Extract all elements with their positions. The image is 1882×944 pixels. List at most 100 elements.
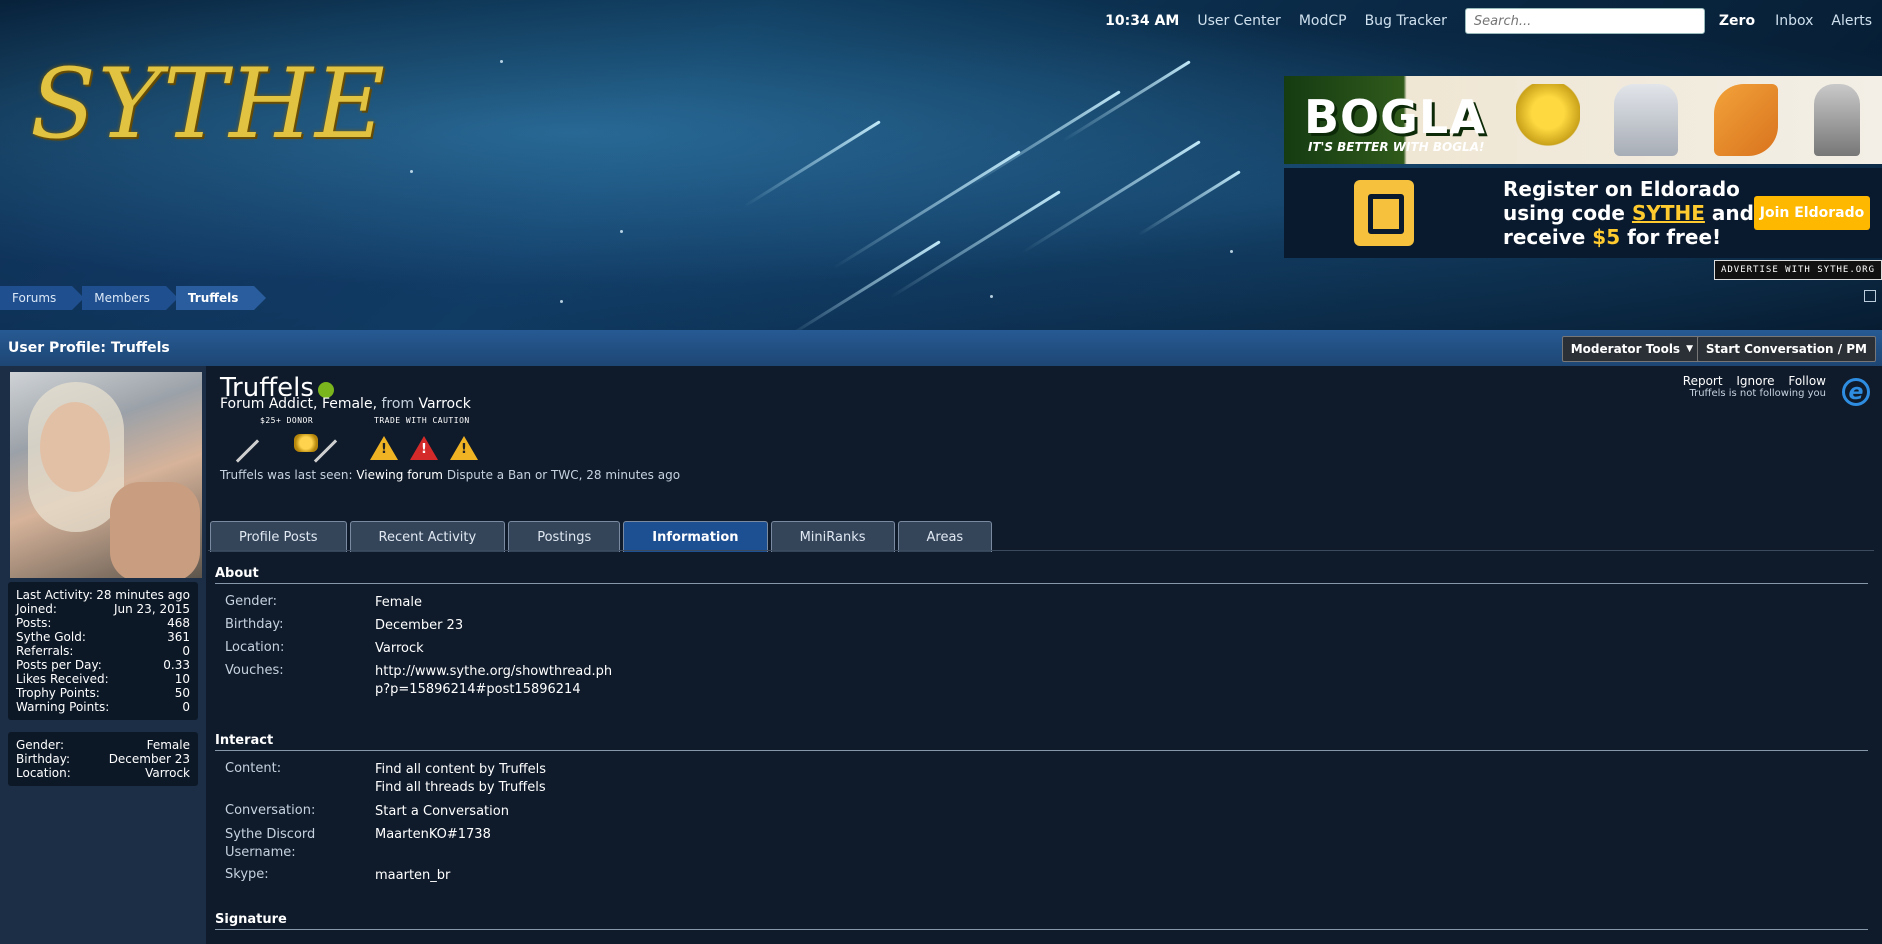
start-conversation-button[interactable]: Start Conversation / PM xyxy=(1696,336,1876,362)
find-all-threads-link[interactable]: Find all threads by Truffels xyxy=(375,779,705,797)
about-heading: About xyxy=(215,566,1868,584)
tab-profile-posts[interactable]: Profile Posts xyxy=(210,521,347,552)
stat-value: 10 xyxy=(174,672,190,686)
moderator-tools-button[interactable]: Moderator Tools ▼ xyxy=(1561,336,1702,362)
about-label: Gender: xyxy=(225,594,278,609)
find-all-content-link[interactable]: Find all content by Truffels xyxy=(375,761,705,779)
nav-inbox[interactable]: Inbox xyxy=(1775,13,1813,29)
advertise-link[interactable]: ADVERTISE WITH SYTHE.ORG xyxy=(1714,260,1882,280)
info-row: Birthday: December 23 xyxy=(16,752,190,766)
last-seen-action: Viewing forum xyxy=(356,468,443,482)
chevron-down-icon: ▼ xyxy=(1686,344,1693,354)
tab-information[interactable]: Information xyxy=(623,521,768,552)
last-seen-label: Truffels was last seen: xyxy=(220,468,353,482)
star xyxy=(990,295,993,298)
tab-postings[interactable]: Postings xyxy=(508,521,621,552)
sword-icon xyxy=(235,439,260,463)
stat-label: Warning Points: xyxy=(16,700,110,714)
vouches-link[interactable]: http://www.sythe.org/showthread.php?p=15… xyxy=(375,663,625,699)
about-label: Birthday: xyxy=(225,617,284,632)
nav-bug-tracker[interactable]: Bug Tracker xyxy=(1365,13,1447,29)
stat-value: 28 minutes ago xyxy=(96,588,190,602)
interact-section: Interact Content: Find all content by Tr… xyxy=(215,733,1868,893)
stat-label: Sythe Gold: xyxy=(16,630,86,644)
info-label: Gender: xyxy=(16,738,65,752)
star xyxy=(560,300,563,303)
profile-from-word: from xyxy=(381,396,415,412)
breadcrumb: Forums Members Truffels xyxy=(0,286,267,310)
eldorado-line2-pre: using code xyxy=(1503,201,1632,225)
eldorado-amount: $5 xyxy=(1592,225,1621,249)
nav-user-center[interactable]: User Center xyxy=(1197,13,1280,29)
nav-modcp[interactable]: ModCP xyxy=(1299,13,1347,29)
info-row: Location: Varrock xyxy=(16,766,190,780)
interact-label: Sythe Discord Username: xyxy=(225,827,316,860)
profile-rank: Forum Addict xyxy=(220,396,314,412)
breadcrumb-current[interactable]: Truffels xyxy=(175,286,267,310)
site-header: SYTHE 10:34 AM User Center ModCP Bug Tra… xyxy=(0,0,1882,330)
following-status: Truffels is not following you xyxy=(1689,388,1826,399)
interact-label: Conversation: xyxy=(225,803,316,818)
star xyxy=(500,60,503,63)
breadcrumb-members[interactable]: Members xyxy=(82,286,178,310)
bogla-brand: BOGLA xyxy=(1304,90,1486,144)
info-value: Female xyxy=(146,738,190,752)
tab-areas[interactable]: Areas xyxy=(897,521,993,552)
tab-recent-activity[interactable]: Recent Activity xyxy=(349,521,506,552)
interact-label: Content: xyxy=(225,761,282,776)
user-badges: $25+ DONOR TRADE WITH CAUTION ! ! ! xyxy=(228,416,498,463)
start-conversation-link[interactable]: Start a Conversation xyxy=(375,803,705,821)
stat-row: Trophy Points: 50 xyxy=(16,686,190,700)
interact-label: Skype: xyxy=(225,867,269,882)
stat-label: Referrals: xyxy=(16,644,74,658)
profile-sidebar: Last Activity: 28 minutes ago Joined: Jun … xyxy=(0,366,206,944)
eldorado-line2-post: and xyxy=(1704,201,1754,225)
join-eldorado-button[interactable]: Join Eldorado xyxy=(1754,196,1870,230)
coins-icon xyxy=(294,434,318,452)
avatar[interactable] xyxy=(10,372,202,578)
about-value[interactable]: Varrock xyxy=(375,640,705,658)
bogla-ad-banner[interactable]: BOGLA IT'S BETTER WITH BOGLA! xyxy=(1284,76,1882,164)
signature-heading: Signature xyxy=(215,912,1868,930)
stat-label: Joined: xyxy=(16,602,57,616)
profile-title-bar: User Profile: Truffels Moderator Tools ▼… xyxy=(0,330,1882,366)
last-seen: Truffels was last seen: Viewing forum Di… xyxy=(220,468,681,482)
stat-value[interactable]: 50 xyxy=(175,686,190,700)
nav-user-menu[interactable]: Zero xyxy=(1719,13,1755,29)
logo-text: SYTHE xyxy=(30,48,387,160)
site-logo[interactable]: SYTHE xyxy=(30,38,385,188)
stat-row: Referrals: 0 xyxy=(16,644,190,658)
about-label: Location: xyxy=(225,640,285,655)
profile-location[interactable]: Varrock xyxy=(419,396,471,412)
ignore-link[interactable]: Ignore xyxy=(1736,374,1774,388)
breadcrumb-forums[interactable]: Forums xyxy=(0,286,85,310)
browser-ie-icon: e xyxy=(1842,378,1870,406)
moderator-tools-label: Moderator Tools xyxy=(1570,342,1681,356)
stat-value: 0.33 xyxy=(163,658,190,672)
stat-row: Warning Points: 0 xyxy=(16,700,190,714)
report-link[interactable]: Report xyxy=(1683,374,1723,388)
info-label: Location: xyxy=(16,766,71,780)
avatar-body xyxy=(110,482,200,578)
nav-alerts[interactable]: Alerts xyxy=(1831,13,1872,29)
last-seen-forum-link[interactable]: Dispute a Ban or TWC xyxy=(447,468,579,482)
follow-link[interactable]: Follow xyxy=(1788,374,1826,388)
meteor-streak xyxy=(966,90,1121,189)
stat-value: Jun 23, 2015 xyxy=(113,602,190,616)
search-input[interactable] xyxy=(1464,8,1705,34)
stat-value[interactable]: 468 xyxy=(167,616,190,630)
bogla-tagline: IT'S BETTER WITH BOGLA! xyxy=(1308,140,1485,154)
discord-username: MaartenKO#1738 xyxy=(375,827,491,842)
expand-icon[interactable] xyxy=(1864,290,1876,302)
warning-icon: ! xyxy=(370,436,398,460)
eldorado-message: Register on Eldorado using code SYTHE an… xyxy=(1503,177,1754,249)
donor-badge-label: $25+ DONOR xyxy=(260,416,314,425)
info-value: December 23 xyxy=(108,752,190,766)
eldorado-ad-banner[interactable]: Register on Eldorado using code SYTHE an… xyxy=(1284,168,1882,258)
eldorado-line3: receive $5 for free! xyxy=(1503,225,1754,249)
tab-miniranks[interactable]: MiniRanks xyxy=(770,521,895,552)
info-box: Gender: Female Birthday: December 23 Locat… xyxy=(8,732,198,786)
clock-time: 10:34 AM xyxy=(1105,13,1180,29)
skype-username: maarten_br xyxy=(375,868,451,883)
profile-tabs: Profile Posts Recent Activity Postings I… xyxy=(210,521,993,552)
